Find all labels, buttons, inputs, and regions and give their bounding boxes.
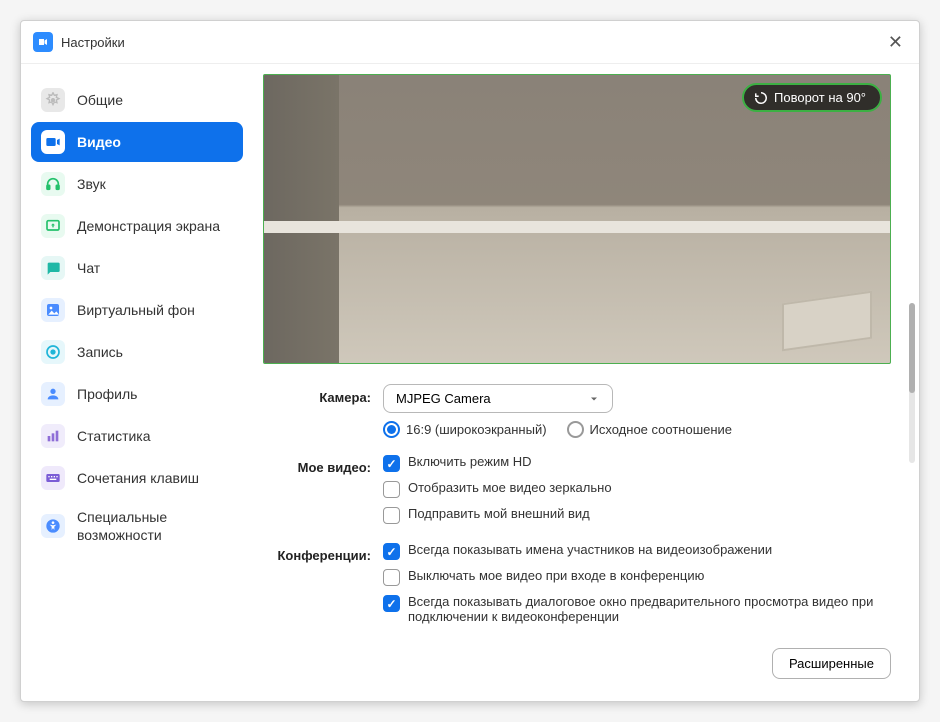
rotate-label: Поворот на 90°	[774, 90, 866, 105]
hd-label: Включить режим HD	[408, 454, 532, 469]
sidebar-item-share-screen[interactable]: Демонстрация экрана	[31, 206, 243, 246]
profile-icon	[41, 382, 65, 406]
sidebar-item-accessibility[interactable]: Специальные возможности	[31, 500, 243, 552]
content-area: Поворот на 90° Камера: MJPEG Camera	[253, 64, 919, 701]
sidebar-item-video[interactable]: Видео	[31, 122, 243, 162]
sidebar-item-label: Демонстрация экрана	[77, 217, 220, 235]
scrollbar-thumb[interactable]	[909, 303, 915, 393]
camera-selected: MJPEG Camera	[396, 391, 491, 406]
checkbox-checked-icon	[383, 595, 400, 612]
preview-dialog-label: Всегда показывать диалоговое окно предва…	[408, 594, 891, 624]
sidebar-item-general[interactable]: Общие	[31, 80, 243, 120]
close-button[interactable]: ✕	[884, 29, 907, 55]
ratio-original-option[interactable]: Исходное соотношение	[567, 421, 733, 438]
sidebar-item-audio[interactable]: Звук	[31, 164, 243, 204]
mirror-label: Отобразить мое видео зеркально	[408, 480, 612, 495]
record-icon	[41, 340, 65, 364]
radio-unchecked-icon	[567, 421, 584, 438]
advanced-button[interactable]: Расширенные	[772, 648, 891, 679]
sidebar-item-label: Звук	[77, 175, 106, 193]
chevron-down-icon	[588, 393, 600, 405]
background-icon	[41, 298, 65, 322]
video-icon	[41, 130, 65, 154]
sidebar-item-chat[interactable]: Чат	[31, 248, 243, 288]
rotate-90-button[interactable]: Поворот на 90°	[742, 83, 882, 112]
app-icon	[33, 32, 53, 52]
conference-row: Конференции: Всегда показывать имена уча…	[263, 542, 891, 632]
stats-icon	[41, 424, 65, 448]
sidebar-item-recording[interactable]: Запись	[31, 332, 243, 372]
sidebar-item-label: Специальные возможности	[77, 508, 233, 544]
ratio-original-label: Исходное соотношение	[590, 422, 733, 437]
checkbox-checked-icon	[383, 455, 400, 472]
chat-icon	[41, 256, 65, 280]
window-body: Общие Видео Звук Демонстрация экрана	[21, 64, 919, 701]
camera-dropdown[interactable]: MJPEG Camera	[383, 384, 613, 413]
sidebar-item-label: Профиль	[77, 385, 137, 403]
rotate-icon	[754, 91, 768, 105]
sidebar-item-label: Статистика	[77, 427, 151, 445]
mute-video-checkbox-row[interactable]: Выключать мое видео при входе в конферен…	[383, 568, 891, 586]
ratio-wide-option[interactable]: 16:9 (широкоэкранный)	[383, 421, 547, 438]
sidebar-item-statistics[interactable]: Статистика	[31, 416, 243, 456]
settings-grid: Камера: MJPEG Camera 16:9 (широкоэкранны…	[263, 384, 891, 632]
sidebar-item-label: Видео	[77, 133, 121, 151]
show-names-checkbox-row[interactable]: Всегда показывать имена участников на ви…	[383, 542, 891, 560]
myvideo-row: Мое видео: Включить режим HD Отобразить …	[263, 454, 891, 532]
mirror-checkbox-row[interactable]: Отобразить мое видео зеркально	[383, 480, 891, 498]
conference-label: Конференции:	[263, 542, 383, 632]
camera-label: Камера:	[263, 384, 383, 444]
preview-dialog-checkbox-row[interactable]: Всегда показывать диалоговое окно предва…	[383, 594, 891, 624]
ratio-wide-label: 16:9 (широкоэкранный)	[406, 422, 547, 437]
sidebar-item-label: Запись	[77, 343, 123, 361]
titlebar: Настройки ✕	[21, 21, 919, 64]
sidebar-item-label: Сочетания клавиш	[77, 469, 199, 487]
share-screen-icon	[41, 214, 65, 238]
hd-checkbox-row[interactable]: Включить режим HD	[383, 454, 891, 472]
show-names-label: Всегда показывать имена участников на ви…	[408, 542, 772, 557]
touchup-checkbox-row[interactable]: Подправить мой внешний вид	[383, 506, 891, 524]
myvideo-label: Мое видео:	[263, 454, 383, 532]
checkbox-checked-icon	[383, 543, 400, 560]
sidebar: Общие Видео Звук Демонстрация экрана	[21, 64, 253, 701]
mute-video-label: Выключать мое видео при входе в конферен…	[408, 568, 704, 583]
headphones-icon	[41, 172, 65, 196]
video-preview: Поворот на 90°	[263, 74, 891, 364]
checkbox-unchecked-icon	[383, 481, 400, 498]
sidebar-item-shortcuts[interactable]: Сочетания клавиш	[31, 458, 243, 498]
gear-icon	[41, 88, 65, 112]
sidebar-item-label: Виртуальный фон	[77, 301, 195, 319]
sidebar-item-virtual-background[interactable]: Виртуальный фон	[31, 290, 243, 330]
touchup-label: Подправить мой внешний вид	[408, 506, 590, 521]
camera-row: Камера: MJPEG Camera 16:9 (широкоэкранны…	[263, 384, 891, 444]
checkbox-unchecked-icon	[383, 569, 400, 586]
window-title: Настройки	[61, 35, 884, 50]
checkbox-unchecked-icon	[383, 507, 400, 524]
accessibility-icon	[41, 514, 65, 538]
scrollbar[interactable]	[909, 303, 915, 463]
radio-checked-icon	[383, 421, 400, 438]
settings-window: Настройки ✕ Общие Видео Звук	[20, 20, 920, 702]
keyboard-icon	[41, 466, 65, 490]
sidebar-item-label: Общие	[77, 91, 123, 109]
sidebar-item-label: Чат	[77, 259, 100, 277]
aspect-ratio-group: 16:9 (широкоэкранный) Исходное соотношен…	[383, 421, 891, 438]
sidebar-item-profile[interactable]: Профиль	[31, 374, 243, 414]
